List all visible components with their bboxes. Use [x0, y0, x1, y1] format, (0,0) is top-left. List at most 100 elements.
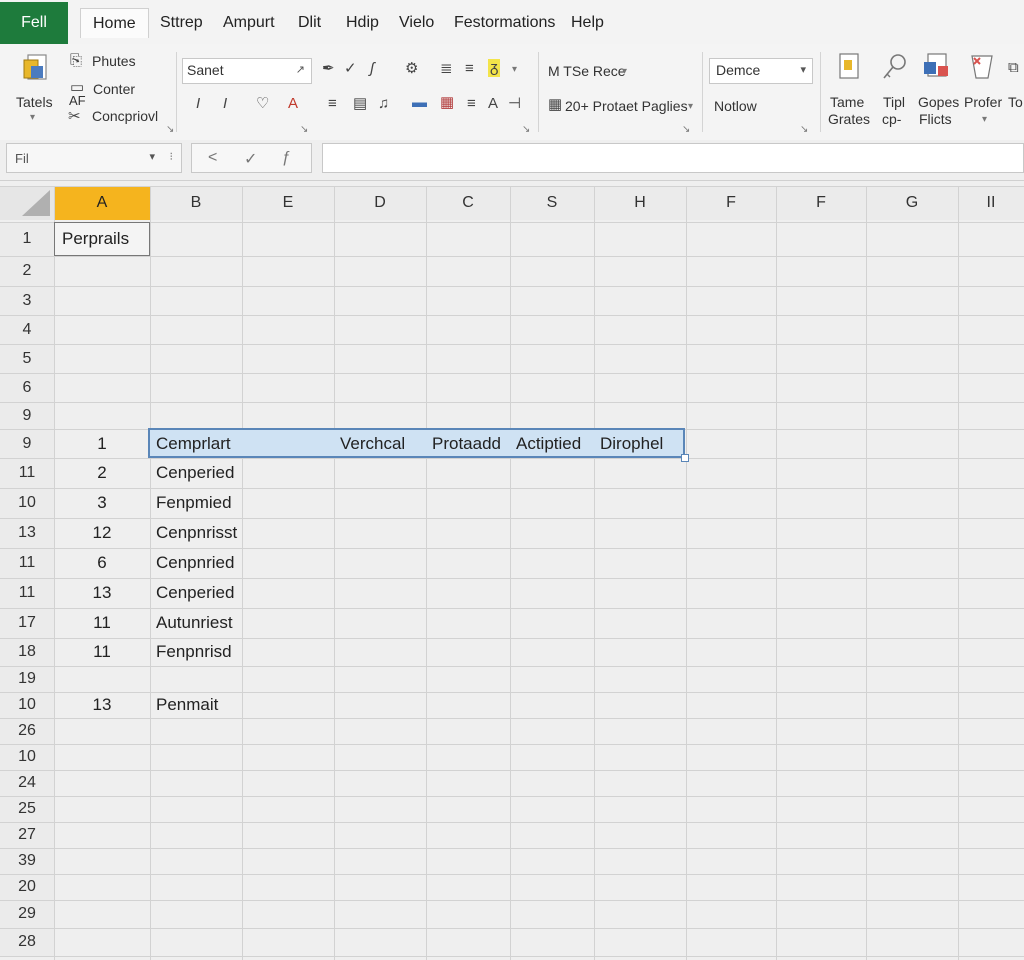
data-cell-id[interactable]: 1: [54, 429, 150, 458]
fill-handle[interactable]: [681, 454, 689, 462]
data-cell-name[interactable]: Fenpnrisd: [152, 638, 232, 666]
column-header[interactable]: C: [426, 186, 510, 220]
name-box[interactable]: Fil ▾ ⁝: [6, 143, 182, 173]
alignment-launcher-icon[interactable]: ↘: [522, 124, 530, 135]
enter-check-icon[interactable]: ✓: [244, 149, 257, 169]
number-format-dropdown-icon[interactable]: ▾: [622, 66, 627, 77]
heart-icon[interactable]: ♡: [256, 96, 269, 112]
header-cell[interactable]: Actiptied: [512, 429, 581, 458]
settings-icon[interactable]: ⚙: [405, 61, 418, 77]
row-header[interactable]: 4: [0, 315, 54, 344]
clipboard-item-1[interactable]: Phutes: [92, 53, 136, 69]
font-color-icon[interactable]: A: [288, 96, 298, 112]
data-cell-name[interactable]: Cenpnrisst: [152, 518, 237, 548]
justify-icon[interactable]: ▤: [353, 96, 367, 112]
name-box-dropdown-icon[interactable]: ▾: [149, 150, 155, 163]
column-header[interactable]: H: [594, 186, 686, 220]
row-header[interactable]: 39: [0, 848, 54, 874]
column-header[interactable]: II: [958, 186, 1024, 220]
tables-dropdown-icon[interactable]: ▾: [30, 112, 35, 123]
row-header[interactable]: 17: [0, 608, 54, 638]
right-group-4-line1[interactable]: Profer: [964, 94, 1002, 110]
data-cell-name[interactable]: Penmait: [152, 692, 218, 718]
right-group-2-line1[interactable]: Tipl: [883, 94, 905, 110]
data-cell-name[interactable]: Cenperied: [152, 578, 234, 608]
paste-icon[interactable]: ⎘: [70, 53, 82, 69]
right-group-1-line1[interactable]: Tame: [830, 94, 864, 110]
right-group-5-line1[interactable]: To: [1008, 94, 1023, 110]
insert-function-icon[interactable]: ƒ: [282, 149, 291, 167]
row-header[interactable]: 28: [0, 928, 54, 956]
align-center-icon[interactable]: ≡: [465, 61, 474, 77]
number-launcher-icon[interactable]: ↘: [682, 124, 690, 135]
style-select[interactable]: Demce ▾: [709, 58, 813, 84]
profile-dropdown-icon[interactable]: ▾: [982, 114, 987, 125]
check-icon[interactable]: ✓: [344, 61, 357, 77]
wrap-icon[interactable]: ≡: [467, 96, 476, 112]
menu-dlit[interactable]: Dlit: [292, 10, 327, 36]
row-header[interactable]: 6: [0, 373, 54, 402]
select-all-icon[interactable]: [0, 186, 54, 220]
fill-bar-icon[interactable]: ▬: [412, 95, 427, 111]
highlight-icon[interactable]: ᵹ: [488, 59, 501, 77]
align-left-icon[interactable]: ≣: [440, 61, 453, 77]
menu-ampurt[interactable]: Ampurt: [217, 10, 281, 36]
table-grid-icon[interactable]: ▦: [548, 97, 562, 113]
menu-vielo[interactable]: Vielo: [393, 10, 440, 36]
format-painter-icon[interactable]: ✂: [68, 109, 81, 125]
font-style-icon[interactable]: ✒: [322, 61, 335, 77]
column-header[interactable]: A: [54, 186, 150, 220]
cell-a1[interactable]: Perprails: [58, 222, 129, 256]
indent-icon[interactable]: ⊣: [508, 96, 521, 112]
column-header[interactable]: S: [510, 186, 594, 220]
data-cell-name[interactable]: Cenpnried: [152, 548, 234, 578]
row-header[interactable]: 18: [0, 638, 54, 666]
italic-alt-icon[interactable]: I: [223, 96, 227, 112]
row-header[interactable]: 10: [0, 744, 54, 770]
column-header[interactable]: D: [334, 186, 426, 220]
row-header[interactable]: 2: [0, 256, 54, 286]
text-size-icon[interactable]: A: [488, 96, 498, 112]
more-icon[interactable]: ⧉: [1008, 60, 1019, 76]
data-cell-id[interactable]: [54, 666, 150, 692]
pages-dropdown-icon[interactable]: ▾: [688, 101, 693, 112]
column-header[interactable]: E: [242, 186, 334, 220]
tables-icon[interactable]: [22, 52, 50, 82]
data-cell-id[interactable]: 6: [54, 548, 150, 578]
name-box-menu-icon[interactable]: ⁝: [170, 150, 174, 163]
row-header[interactable]: 25: [0, 796, 54, 822]
row-header[interactable]: 5: [0, 344, 54, 373]
file-tab[interactable]: Fell: [0, 2, 68, 44]
flag-icon[interactable]: ▦: [440, 95, 454, 111]
music-icon[interactable]: ♫: [378, 96, 389, 112]
row-header[interactable]: 1: [0, 222, 54, 256]
profile-icon[interactable]: [968, 52, 996, 82]
clipboard-item-3[interactable]: Concpriovl: [92, 108, 158, 124]
right-group-3-line1[interactable]: Gopes: [918, 94, 959, 110]
row-header[interactable]: 10: [0, 488, 54, 518]
formula-input[interactable]: [322, 143, 1024, 173]
row-header[interactable]: 24: [0, 770, 54, 796]
menu-home[interactable]: Home: [80, 8, 149, 38]
row-header[interactable]: 11: [0, 458, 54, 488]
font-name-box[interactable]: Sanet ↗: [182, 58, 312, 84]
data-cell-id[interactable]: 2: [54, 458, 150, 488]
style-dropdown-icon[interactable]: ▾: [800, 63, 806, 76]
align-right-icon[interactable]: ≡: [328, 96, 337, 112]
pages-label[interactable]: 20+ Protaet Paglies: [565, 98, 688, 114]
row-header[interactable]: 26: [0, 718, 54, 744]
data-cell-id[interactable]: 13: [54, 578, 150, 608]
row-header[interactable]: 29: [0, 900, 54, 928]
tables-label[interactable]: Tatels: [16, 94, 53, 110]
groups-icon[interactable]: [922, 52, 950, 82]
row-header[interactable]: 9: [0, 429, 54, 458]
header-cell[interactable]: Dirophel: [596, 429, 663, 458]
row-header[interactable]: 20: [0, 874, 54, 900]
clipboard-launcher-icon[interactable]: ↘: [166, 124, 174, 135]
font-launcher-icon[interactable]: ↘: [300, 124, 308, 135]
row-header[interactable]: 11: [0, 548, 54, 578]
row-header[interactable]: 19: [0, 666, 54, 692]
number-format-label[interactable]: M TSe Rece: [548, 63, 626, 79]
styles-launcher-icon[interactable]: ↘: [800, 124, 808, 135]
menu-sttrep[interactable]: Sttrep: [154, 10, 209, 36]
